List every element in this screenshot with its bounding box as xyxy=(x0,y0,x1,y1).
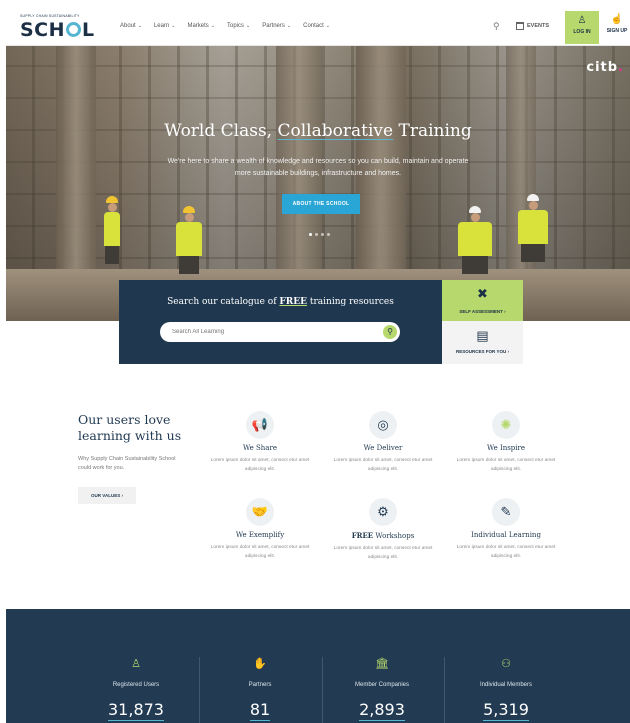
stats-band: ♙ Registered Users 31,873 ✋ Partners 81 … xyxy=(6,609,630,723)
citb-logo: citb. xyxy=(586,60,624,75)
carousel-dot[interactable] xyxy=(327,233,330,236)
workshop-icon: ⚙ xyxy=(369,498,397,526)
users-icon: ⚇ xyxy=(501,658,511,670)
events-link[interactable]: EVENTS xyxy=(516,22,549,30)
logo-wordmark: SCH L xyxy=(20,19,95,41)
our-values-button[interactable]: OUR VALUES › xyxy=(78,487,136,504)
building-icon: 🏛 xyxy=(375,658,389,670)
stat-registered-users: ♙ Registered Users 31,873 xyxy=(74,657,198,721)
top-navbar: SUPPLY CHAIN SUSTAINABILITY SCH L About ⌄ … xyxy=(6,10,630,46)
learning-icon: ✎ xyxy=(492,498,520,526)
hero-title: World Class, Collaborative Training xyxy=(164,121,472,141)
target-icon: ◎ xyxy=(369,411,397,439)
search-panel: Search our catalogue of FREE training re… xyxy=(119,280,442,364)
megaphone-icon: 📢 xyxy=(246,411,274,439)
lightbulb-icon: ✺ xyxy=(492,411,520,439)
menu-item-partners[interactable]: Partners ⌄ xyxy=(262,23,291,29)
search-submit-button[interactable]: ⚲ xyxy=(383,325,397,339)
stat-partners: ✋ Partners 81 xyxy=(198,657,322,721)
main-menu: About ⌄ Learn ⌄ Markets ⌄ Topics ⌄ Partners ⌄… xyxy=(120,23,330,29)
search-icon[interactable]: ⚲ xyxy=(493,21,500,32)
signup-button[interactable]: ☝ SIGN UP xyxy=(604,12,630,44)
search-input[interactable] xyxy=(172,326,372,338)
search-title: Search our catalogue of FREE training re… xyxy=(167,297,394,307)
self-assessment-button[interactable]: ✖ SELF ASSESSMENT › xyxy=(442,280,523,321)
search-box: ⚲ xyxy=(160,322,400,342)
logo-tagline: SUPPLY CHAIN SUSTAINABILITY xyxy=(20,14,80,18)
login-button[interactable]: ♙ LOG IN xyxy=(565,11,599,44)
site-logo[interactable]: SUPPLY CHAIN SUSTAINABILITY SCH L xyxy=(20,14,98,42)
chevron-down-icon: ⌄ xyxy=(210,23,215,29)
handshake-icon: ✋ xyxy=(253,658,267,670)
carousel-dot[interactable] xyxy=(321,233,324,236)
chevron-down-icon: ⌄ xyxy=(325,23,330,29)
chevron-down-icon: ⌄ xyxy=(171,23,176,29)
chevron-down-icon: ⌄ xyxy=(137,23,142,29)
menu-item-learn[interactable]: Learn ⌄ xyxy=(154,23,176,29)
handshake-icon: 🤝 xyxy=(246,498,274,526)
user-icon: ♙ xyxy=(131,658,141,670)
menu-item-topics[interactable]: Topics ⌄ xyxy=(227,23,250,29)
menu-item-contact[interactable]: Contact ⌄ xyxy=(303,23,330,29)
section-text: Why Supply Chain Sustainability School c… xyxy=(78,456,176,471)
resources-for-you-button[interactable]: ▤ RESOURCES FOR YOU › xyxy=(442,321,523,364)
hero-image-worker xyxy=(458,206,492,274)
feature-we-deliver: ◎ We Deliver Lorem ipsum dolor sit amet,… xyxy=(323,411,443,474)
user-icon: ♙ xyxy=(577,15,587,26)
menu-item-markets[interactable]: Markets ⌄ xyxy=(187,23,215,29)
feature-free-workshops: ⚙ FREE Workshops Lorem ipsum dolor sit a… xyxy=(323,498,443,562)
hero-subtitle: We're here to share a wealth of knowledg… xyxy=(167,158,469,177)
logo-o-icon xyxy=(66,22,82,37)
carousel-dot[interactable] xyxy=(315,233,318,236)
chevron-down-icon: ⌄ xyxy=(246,23,251,29)
search-icon: ⚲ xyxy=(387,327,393,336)
stat-individual-members: ⚇ Individual Members 5,319 xyxy=(444,657,568,721)
carousel-dot[interactable] xyxy=(309,233,312,236)
feature-we-inspire: ✺ We Inspire Lorem ipsum dolor sit amet,… xyxy=(446,411,566,474)
about-school-button[interactable]: ABOUT THE SCHOOL xyxy=(282,194,360,214)
feature-individual-learning: ✎ Individual Learning Lorem ipsum dolor … xyxy=(446,498,566,561)
hero-image-worker xyxy=(104,196,120,264)
feature-we-exemplify: 🤝 We Exemplify Lorem ipsum dolor sit ame… xyxy=(200,498,320,561)
clipboard-icon: ▤ xyxy=(476,328,489,343)
carousel-dots xyxy=(309,233,330,236)
chevron-down-icon: ⌄ xyxy=(286,23,292,29)
stat-member-companies: 🏛 Member Companies 2,893 xyxy=(320,657,444,721)
hand-pointer-icon: ☝ xyxy=(610,14,624,25)
hero-image-worker xyxy=(518,194,548,262)
tools-icon: ✖ xyxy=(477,286,488,301)
calendar-icon xyxy=(516,22,524,30)
menu-item-about[interactable]: About ⌄ xyxy=(120,23,142,29)
section-title: Our users love learning with us xyxy=(78,412,182,443)
feature-we-share: 📢 We Share Lorem ipsum dolor sit amet, c… xyxy=(200,411,320,474)
hero-image-worker xyxy=(176,206,202,274)
